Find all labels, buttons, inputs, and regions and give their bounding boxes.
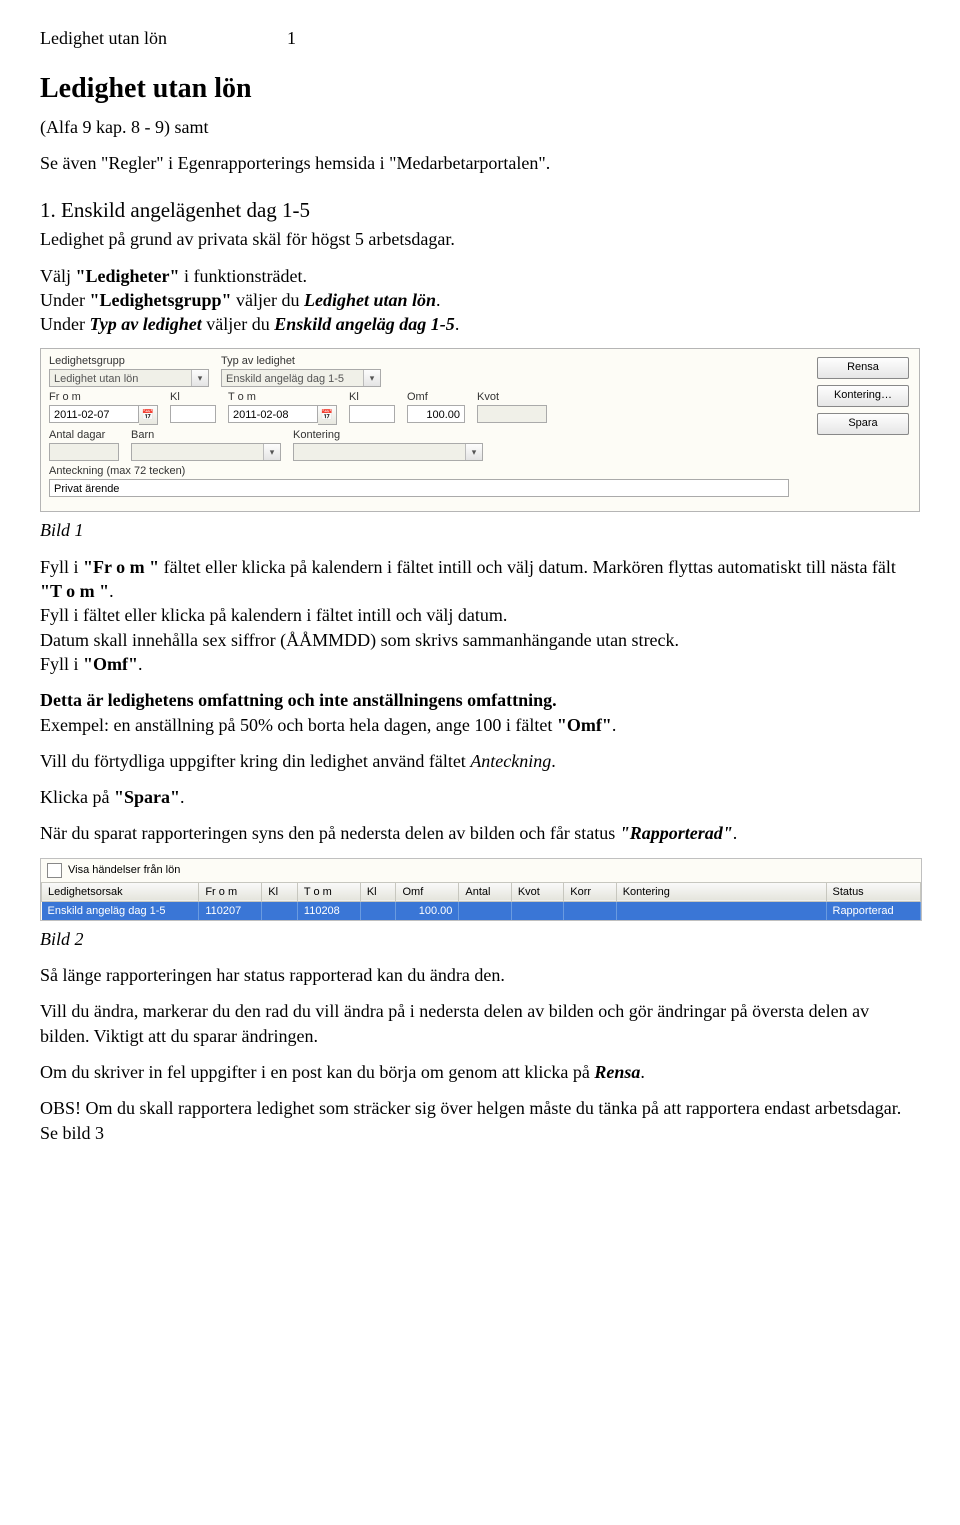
label-from: Fr o m (49, 391, 158, 403)
section1-heading: 1. Enskild angelägenhet dag 1-5 (40, 198, 920, 223)
kontering-select[interactable] (293, 443, 483, 461)
th-kvot[interactable]: Kvot (511, 882, 563, 901)
label-tom: T o m (228, 391, 337, 403)
tom-input[interactable]: 2011-02-08 (228, 405, 318, 423)
th-kl2[interactable]: Kl (360, 882, 396, 901)
doc-title: Ledighet utan lön (40, 28, 167, 49)
kl1-input[interactable] (170, 405, 216, 423)
mid-p5: Detta är ledighetens omfattning och inte… (40, 688, 920, 737)
intro-line2: Se även "Regler" i Egenrapporterings hem… (40, 151, 920, 175)
mid-p7: Vill du förtydliga uppgifter kring din l… (40, 749, 920, 773)
table-header-row: Ledighetsorsak Fr o m Kl T o m Kl Omf An… (42, 882, 921, 901)
bild2-table: Visa händelser från lön Ledighetsorsak F… (40, 858, 922, 921)
section1-sub: Ledighet på grund av privata skäl för hö… (40, 229, 920, 250)
th-from[interactable]: Fr o m (199, 882, 262, 901)
chevron-down-icon[interactable]: ▾ (363, 370, 380, 386)
mid-p1: Fyll i "Fr o m " fältet eller klicka på … (40, 555, 920, 676)
chevron-down-icon[interactable]: ▾ (465, 444, 482, 460)
th-status[interactable]: Status (826, 882, 921, 901)
label-omf: Omf (407, 391, 465, 403)
tail-p3: Om du skriver in fel uppgifter i en post… (40, 1060, 920, 1084)
page-number: 1 (287, 28, 296, 49)
mid-p9: När du sparat rapporteringen syns den på… (40, 821, 920, 845)
spara-button[interactable]: Spara (817, 413, 909, 435)
bild2-caption: Bild 2 (40, 927, 920, 951)
th-korr[interactable]: Korr (564, 882, 616, 901)
page-header: Ledighet utan lön 1 (40, 28, 920, 49)
barn-select[interactable] (131, 443, 281, 461)
th-antal[interactable]: Antal (459, 882, 511, 901)
tail-p1: Så länge rapporteringen har status rappo… (40, 963, 920, 987)
main-heading: Ledighet utan lön (40, 73, 920, 105)
bild1-form: Rensa Kontering… Spara Ledighetsgrupp Le… (40, 348, 920, 512)
kontering-button[interactable]: Kontering… (817, 385, 909, 407)
label-ledighetsgrupp: Ledighetsgrupp (49, 355, 209, 367)
label-kl1: Kl (170, 391, 216, 403)
ledighetsgrupp-select[interactable]: Ledighet utan lön (49, 369, 209, 387)
intro-line1: (Alfa 9 kap. 8 - 9) samt (40, 115, 920, 139)
th-kl1[interactable]: Kl (262, 882, 298, 901)
from-input[interactable]: 2011-02-07 (49, 405, 139, 423)
typ-select[interactable]: Enskild angeläg dag 1-5 (221, 369, 381, 387)
tail-p2: Vill du ändra, markerar du den rad du vi… (40, 999, 920, 1048)
visa-handelser-label: Visa händelser från lön (68, 864, 180, 876)
visa-handelser-checkbox[interactable] (47, 863, 62, 878)
status-table: Ledighetsorsak Fr o m Kl T o m Kl Omf An… (41, 882, 921, 920)
label-barn: Barn (131, 429, 281, 441)
chevron-down-icon[interactable]: ▾ (191, 370, 208, 386)
label-typ: Typ av ledighet (221, 355, 381, 367)
rensa-button[interactable]: Rensa (817, 357, 909, 379)
th-kontering[interactable]: Kontering (616, 882, 826, 901)
table-row[interactable]: Enskild angeläg dag 1-5 110207 110208 10… (42, 901, 921, 920)
label-kl2: Kl (349, 391, 395, 403)
anteckning-input[interactable]: Privat ärende (49, 479, 789, 497)
label-kontering: Kontering (293, 429, 483, 441)
tail-p4: OBS! Om du skall rapportera ledighet som… (40, 1096, 920, 1145)
omf-input[interactable]: 100.00 (407, 405, 465, 423)
section1-instr: Välj "Ledigheter" i funktionsträdet. Und… (40, 264, 920, 337)
chevron-down-icon[interactable]: ▾ (263, 444, 280, 460)
label-antal: Antal dagar (49, 429, 119, 441)
th-omf[interactable]: Omf (396, 882, 459, 901)
bild1-caption: Bild 1 (40, 518, 920, 542)
calendar-icon[interactable]: 📅 (139, 405, 158, 425)
th-tom[interactable]: T o m (297, 882, 360, 901)
label-kvot: Kvot (477, 391, 547, 403)
kl2-input[interactable] (349, 405, 395, 423)
mid-p8: Klicka på "Spara". (40, 785, 920, 809)
th-ledighetsorsak[interactable]: Ledighetsorsak (42, 882, 199, 901)
label-anteckning: Anteckning (max 72 tecken) (49, 465, 789, 477)
kvot-input (477, 405, 547, 423)
antal-input (49, 443, 119, 461)
calendar-icon[interactable]: 📅 (318, 405, 337, 425)
